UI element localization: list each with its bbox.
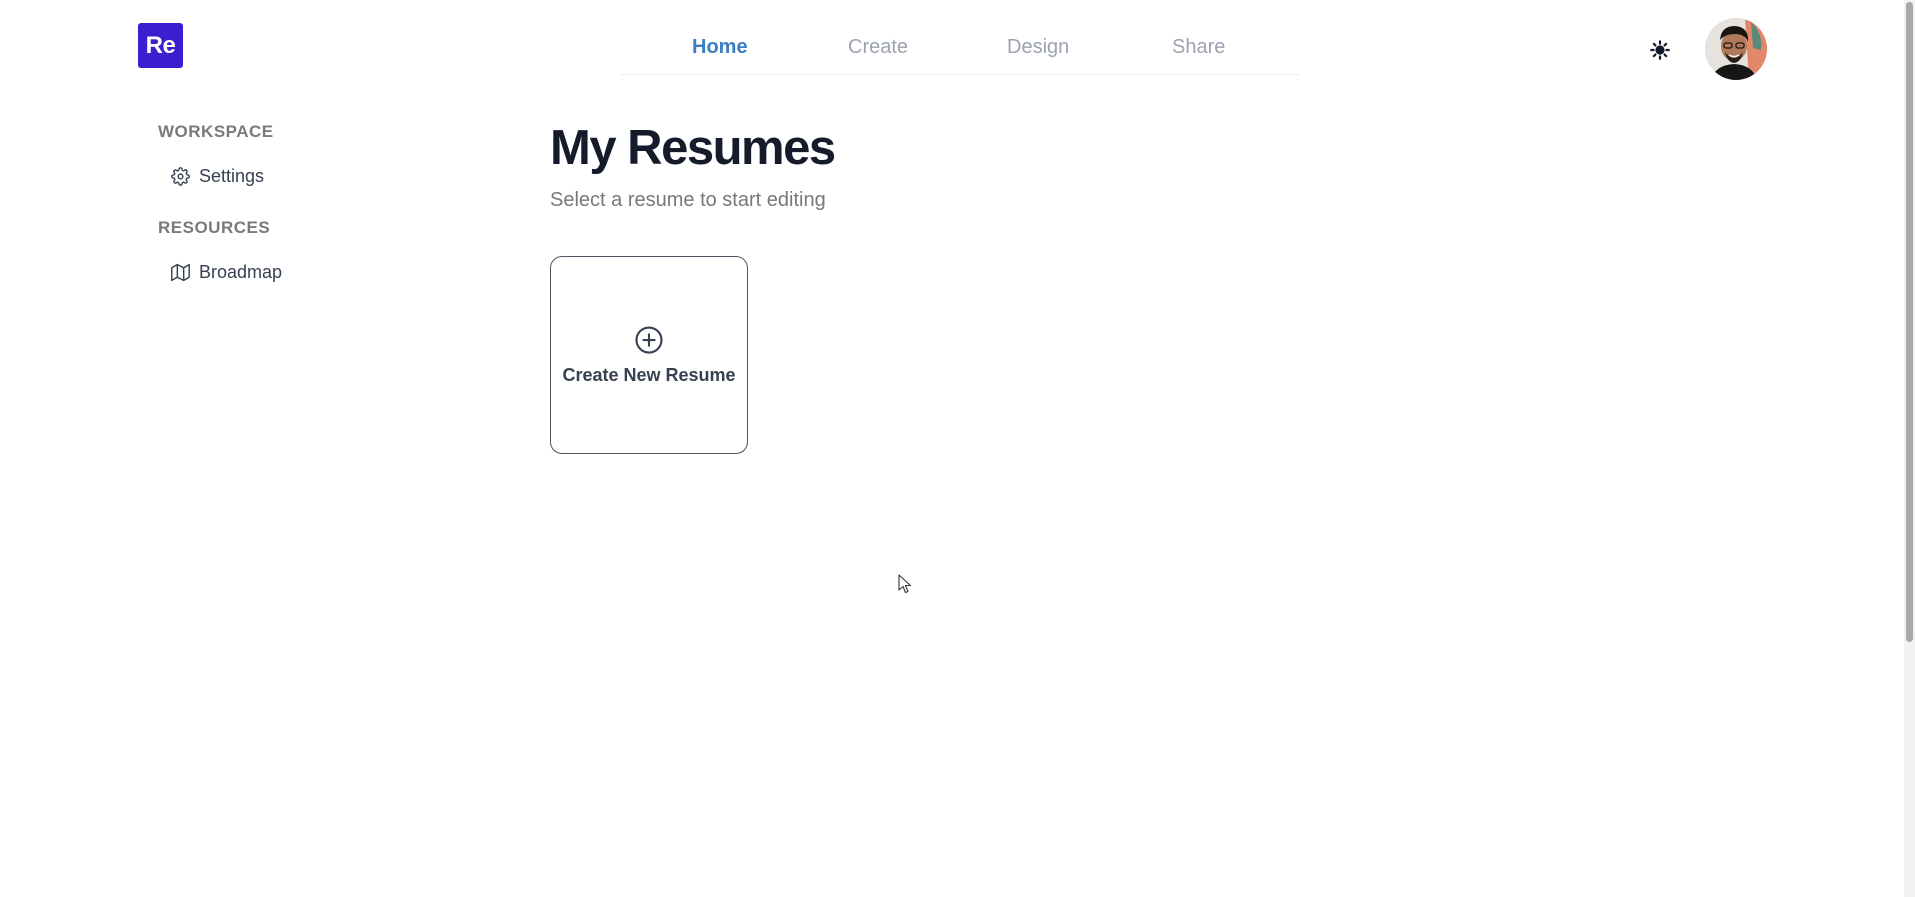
plus-circle-icon — [635, 325, 663, 354]
mouse-cursor-icon — [898, 574, 912, 594]
sidebar-section-workspace: WORKSPACE — [158, 122, 274, 141]
create-new-resume-button[interactable]: Create New Resume — [550, 256, 748, 454]
sun-icon — [1650, 40, 1670, 60]
gear-icon — [171, 166, 191, 186]
avatar-image — [1705, 18, 1767, 80]
app-logo[interactable]: Re — [138, 23, 183, 68]
map-icon — [171, 262, 191, 282]
tab-share[interactable]: Share — [1172, 36, 1225, 59]
user-avatar[interactable] — [1705, 18, 1767, 80]
tab-home[interactable]: Home — [692, 36, 748, 59]
page-title: My Resumes — [550, 121, 836, 175]
sidebar-item-broadmap[interactable]: Broadmap — [171, 259, 282, 285]
create-new-resume-label: Create New Resume — [562, 364, 736, 385]
tab-create[interactable]: Create — [848, 36, 908, 59]
sidebar-item-settings[interactable]: Settings — [171, 163, 264, 189]
tab-design[interactable]: Design — [1007, 36, 1069, 59]
scrollbar-thumb[interactable] — [1906, 2, 1913, 642]
page-scrollbar[interactable] — [1904, 0, 1915, 897]
sidebar-item-label: Broadmap — [199, 261, 283, 282]
logo-text: Re — [145, 31, 176, 59]
theme-toggle-button[interactable] — [1648, 38, 1672, 62]
page-subtitle: Select a resume to start editing — [550, 189, 826, 211]
top-nav: Home Create Design Share — [620, 30, 1300, 75]
app-root: Re Home Create Design Share WORKSPACE Se… — [0, 0, 1915, 897]
sidebar-section-resources: RESOURCES — [158, 218, 271, 237]
sidebar-item-label: Settings — [199, 165, 265, 186]
